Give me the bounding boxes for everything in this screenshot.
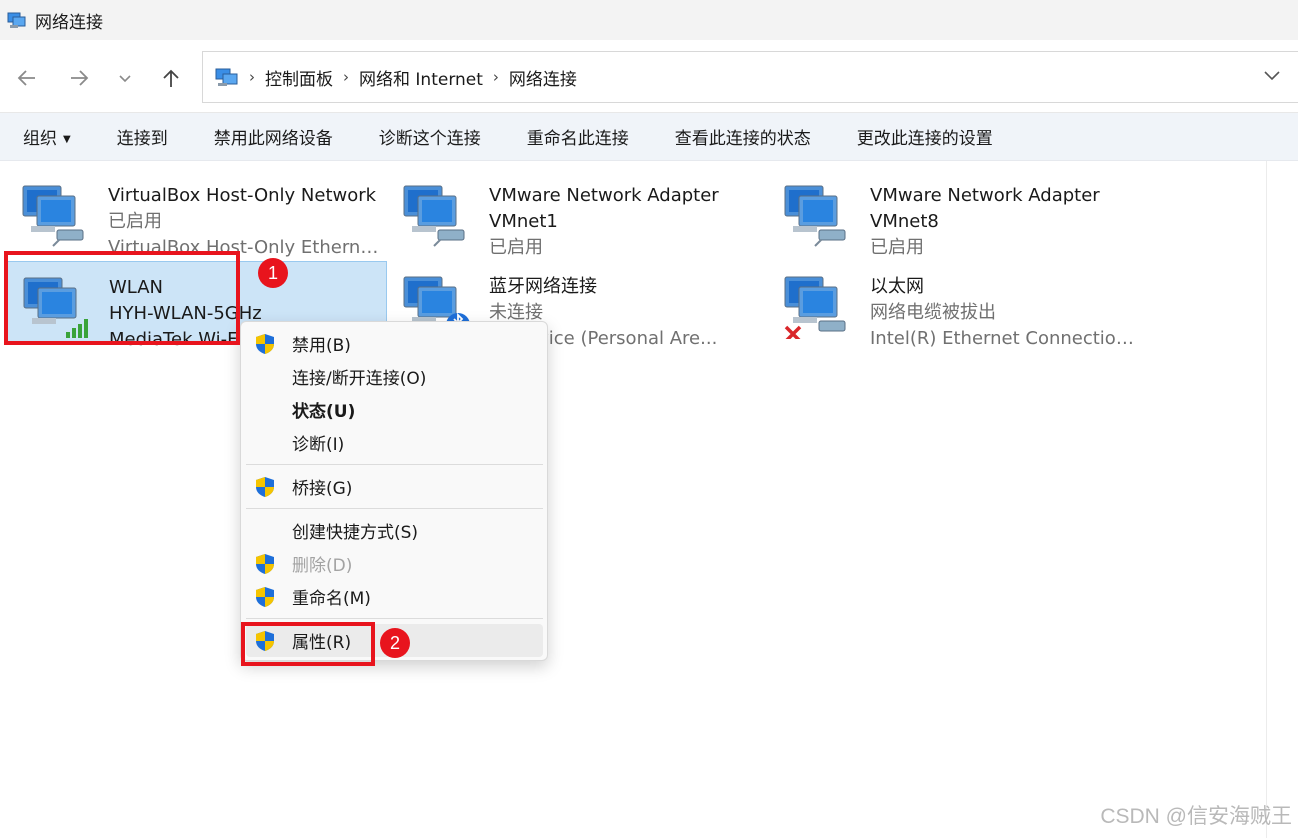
menu-item-status[interactable]: 状态(U): [246, 393, 543, 426]
uac-shield-icon: [256, 334, 274, 354]
menu-separator: [246, 508, 543, 509]
menu-item-connect-disconnect[interactable]: 连接/断开连接(O): [246, 360, 543, 393]
connection-virtualbox[interactable]: VirtualBox Host-Only Network 已启用 Virtual…: [7, 170, 387, 258]
annotation-box-wlan: [4, 251, 240, 345]
network-folder-icon: [215, 68, 238, 86]
chevron-down-icon: [119, 75, 131, 83]
diagnose-button[interactable]: 诊断这个连接: [379, 124, 481, 149]
menu-separator: [246, 464, 543, 465]
menu-item-rename[interactable]: 重命名(M): [246, 580, 543, 613]
forward-button[interactable]: [63, 62, 95, 94]
uac-shield-icon: [256, 587, 274, 607]
arrow-right-icon: [71, 70, 89, 86]
menu-item-label: 删除(D): [292, 556, 353, 576]
menu-item-disable[interactable]: 禁用(B): [246, 327, 543, 360]
connection-status: VMnet8: [870, 211, 939, 232]
chevron-down-icon: [1264, 71, 1280, 81]
view-status-button[interactable]: 查看此连接的状态: [675, 124, 811, 149]
connection-status: 已启用: [108, 211, 162, 232]
menu-item-label: 连接/断开连接(O): [292, 369, 427, 389]
breadcrumb-network-internet[interactable]: 网络和 Internet: [359, 65, 483, 90]
arrow-left-icon: [17, 70, 35, 86]
connection-device: 已启用: [870, 237, 924, 258]
scrollbar-track[interactable]: [1266, 161, 1267, 838]
caret-down-icon: ▼: [63, 133, 71, 145]
command-bar: 组织 ▼ 连接到 禁用此网络设备 诊断这个连接 重命名此连接 查看此连接的状态 更…: [0, 113, 1298, 161]
connection-vmnet1[interactable]: VMware Network Adapter VMnet1 已启用: [388, 170, 768, 258]
breadcrumb-separator: ›: [249, 68, 255, 86]
watermark: CSDN @信安海贼王: [1100, 805, 1292, 828]
menu-separator: [246, 618, 543, 619]
arrow-up-icon: [163, 69, 179, 87]
network-adapter-icon: [403, 185, 465, 247]
network-adapter-icon: [784, 185, 846, 247]
ethernet-adapter-icon: [784, 276, 846, 339]
uac-shield-icon: [256, 477, 274, 497]
disable-device-button[interactable]: 禁用此网络设备: [214, 124, 333, 149]
menu-item-label: 禁用(B): [292, 336, 351, 356]
organize-label: 组织: [23, 129, 57, 149]
breadcrumb-network-connections[interactable]: 网络连接: [509, 65, 577, 90]
connection-name: VMware Network Adapter: [489, 185, 719, 206]
title-bar: 网络连接: [0, 0, 1298, 40]
address-dropdown-button[interactable]: [1262, 65, 1282, 89]
connection-status: VMnet1: [489, 211, 558, 232]
menu-item-label: 重命名(M): [292, 589, 371, 609]
menu-item-delete: 删除(D): [246, 547, 543, 580]
up-button[interactable]: [155, 62, 187, 94]
connection-name: VMware Network Adapter: [870, 185, 1100, 206]
address-bar[interactable]: › 控制面板 › 网络和 Internet › 网络连接: [202, 51, 1298, 103]
connection-name: 蓝牙网络连接: [489, 276, 597, 297]
connection-name: VirtualBox Host-Only Network: [108, 185, 377, 206]
connect-to-button[interactable]: 连接到: [117, 124, 168, 149]
back-button[interactable]: [11, 62, 43, 94]
breadcrumb-separator: ›: [492, 68, 499, 86]
breadcrumb-separator: ›: [343, 68, 349, 86]
annotation-badge-2: 2: [380, 628, 410, 658]
menu-item-bridge[interactable]: 桥接(G): [246, 470, 543, 503]
menu-item-label: 桥接(G): [292, 479, 353, 499]
menu-item-label: 创建快捷方式(S): [292, 523, 419, 543]
annotation-box-properties: [241, 622, 375, 666]
breadcrumb-control-panel[interactable]: 控制面板: [265, 65, 333, 90]
window-title: 网络连接: [35, 12, 103, 33]
connection-name: 以太网: [870, 276, 924, 297]
annotation-badge-1: 1: [258, 258, 288, 288]
recent-locations-button[interactable]: [109, 62, 141, 94]
connection-vmnet8[interactable]: VMware Network Adapter VMnet8 已启用: [769, 170, 1149, 258]
connection-device: 已启用: [489, 237, 543, 258]
change-settings-button[interactable]: 更改此连接的设置: [857, 124, 993, 149]
rename-button[interactable]: 重命名此连接: [527, 124, 629, 149]
context-menu: 禁用(B) 连接/断开连接(O) 状态(U) 诊断(I) 桥接(G) 创建快捷方…: [240, 321, 548, 661]
uac-shield-icon: [256, 554, 274, 574]
organize-menu[interactable]: 组织 ▼: [23, 124, 71, 149]
menu-item-create-shortcut[interactable]: 创建快捷方式(S): [246, 514, 543, 547]
menu-item-label: 诊断(I): [292, 435, 345, 455]
network-connections-icon: [7, 12, 26, 28]
connection-ethernet[interactable]: 以太网 网络电缆被拔出 Intel(R) Ethernet Connection…: [769, 261, 1149, 349]
menu-item-diagnose[interactable]: 诊断(I): [246, 426, 543, 459]
network-adapter-icon: [22, 185, 84, 247]
connection-device: Intel(R) Ethernet Connection (1...: [870, 328, 1145, 349]
menu-item-label: 状态(U): [292, 402, 356, 422]
connection-status: 网络电缆被拔出: [870, 302, 996, 323]
navigation-bar: › 控制面板 › 网络和 Internet › 网络连接: [0, 40, 1298, 113]
